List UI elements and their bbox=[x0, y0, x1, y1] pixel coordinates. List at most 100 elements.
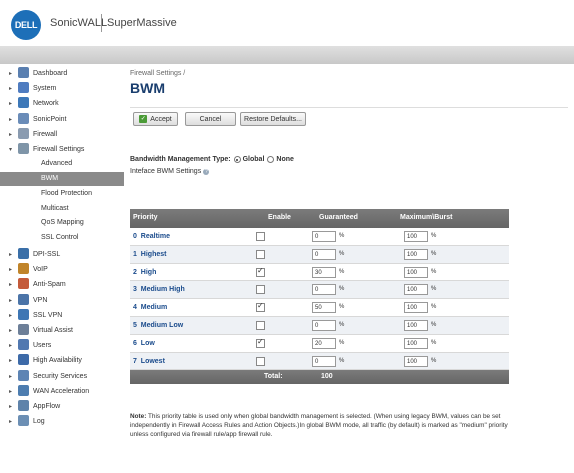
collapse-arrow-icon[interactable]: ▸ bbox=[9, 357, 12, 364]
sidebar-item[interactable]: ▸ DPI-SSL bbox=[0, 247, 124, 262]
maximum-burst-input[interactable]: 100 bbox=[404, 231, 428, 242]
sidebar-item[interactable]: ▸ Log bbox=[0, 414, 124, 429]
guaranteed-percent: % bbox=[339, 321, 345, 328]
sidebar-item[interactable]: ▸ VPN bbox=[0, 293, 124, 308]
guaranteed-input[interactable]: 0 bbox=[312, 248, 336, 260]
sidebar-subitem[interactable]: Multicast bbox=[0, 202, 124, 216]
maximum-burst-input[interactable]: 100 bbox=[404, 355, 428, 367]
enable-checkbox[interactable] bbox=[256, 356, 265, 366]
none-radio[interactable] bbox=[267, 156, 275, 163]
sidebar-item[interactable]: ▸ Network bbox=[0, 96, 124, 111]
priority-label[interactable]: 3 Medium High bbox=[133, 286, 185, 293]
global-radio[interactable] bbox=[233, 156, 241, 163]
enable-checkbox[interactable] bbox=[256, 249, 265, 259]
enable-checkbox[interactable] bbox=[256, 337, 265, 348]
priority-label[interactable]: 7 Lowest bbox=[133, 358, 165, 365]
table-header: Priority Enable Guaranteed Maximum\Burst bbox=[130, 209, 509, 228]
global-radio-label: Global bbox=[242, 156, 265, 163]
sidebar-item[interactable]: ▸ WAN Acceleration bbox=[0, 384, 124, 399]
sidebar-item[interactable]: ▸ System bbox=[0, 81, 124, 96]
table-row: 7 Lowest 0% 100% bbox=[130, 352, 509, 371]
maximum-burst-input[interactable]: 100 bbox=[404, 284, 428, 296]
priority-label[interactable]: 4 Medium bbox=[133, 304, 167, 311]
collapse-arrow-icon[interactable]: ▸ bbox=[9, 70, 12, 77]
collapse-arrow-icon[interactable]: ▸ bbox=[9, 388, 12, 395]
guaranteed-input[interactable]: 0 bbox=[312, 231, 336, 242]
table-row: 1 Highest 0% 100% bbox=[130, 245, 509, 264]
sidebar-subitem[interactable]: Flood Protection bbox=[0, 187, 124, 201]
sidebar-item[interactable]: ▸ SonicPoint bbox=[0, 112, 124, 127]
sidebar-subitem[interactable]: Advanced bbox=[0, 157, 124, 171]
enable-checkbox[interactable] bbox=[256, 232, 265, 241]
cancel-button[interactable]: Cancel bbox=[185, 112, 236, 126]
maximum-burst-input[interactable]: 100 bbox=[404, 337, 428, 349]
sidebar-item[interactable]: ▸ Virtual Assist bbox=[0, 323, 124, 338]
sidebar-item[interactable]: ▸ SSL VPN bbox=[0, 308, 124, 323]
maximum-percent: % bbox=[431, 339, 437, 346]
priority-label[interactable]: 1 Highest bbox=[133, 251, 166, 258]
collapse-arrow-icon[interactable]: ▸ bbox=[9, 418, 12, 425]
priority-label[interactable]: 2 High bbox=[133, 269, 156, 276]
guaranteed-input[interactable]: 30 bbox=[312, 266, 336, 278]
sidebar-item[interactable]: ▸ Firewall bbox=[0, 127, 124, 142]
enable-checkbox[interactable] bbox=[256, 301, 265, 313]
collapse-arrow-icon[interactable]: ▸ bbox=[9, 297, 12, 304]
restore-defaults-label: Restore Defaults... bbox=[244, 115, 302, 123]
maximum-burst-input[interactable]: 100 bbox=[404, 248, 428, 260]
collapse-arrow-icon[interactable]: ▸ bbox=[9, 312, 12, 319]
accept-button[interactable]: ✓ Accept bbox=[133, 112, 178, 126]
sidebar-subitem[interactable]: SSL Control bbox=[0, 231, 124, 245]
collapse-arrow-icon[interactable]: ▸ bbox=[9, 266, 12, 273]
sidebar-subitem[interactable]: QoS Mapping bbox=[0, 216, 124, 230]
guaranteed-input[interactable]: 0 bbox=[312, 355, 336, 367]
breadcrumb[interactable]: Firewall Settings / bbox=[130, 70, 185, 77]
sidebar-subitem-label: QoS Mapping bbox=[41, 219, 84, 227]
maximum-percent: % bbox=[431, 268, 437, 275]
expand-arrow-icon[interactable]: ▾ bbox=[9, 146, 12, 153]
sidebar-item[interactable]: ▸ VoIP bbox=[0, 262, 124, 277]
collapse-arrow-icon[interactable]: ▸ bbox=[9, 131, 12, 138]
sidebar-item[interactable]: ▾ Firewall Settings bbox=[0, 142, 124, 157]
collapse-arrow-icon[interactable]: ▸ bbox=[9, 251, 12, 258]
sidebar-subitem-label: Flood Protection bbox=[41, 189, 92, 197]
collapse-arrow-icon[interactable]: ▸ bbox=[9, 281, 12, 288]
sidebar-subitem-label: SSL Control bbox=[41, 234, 79, 242]
collapse-arrow-icon[interactable]: ▸ bbox=[9, 85, 12, 92]
sidebar-item[interactable]: ▸ AppFlow bbox=[0, 399, 124, 414]
collapse-arrow-icon[interactable]: ▸ bbox=[9, 373, 12, 380]
guaranteed-input[interactable]: 0 bbox=[312, 284, 336, 296]
enable-checkbox[interactable] bbox=[256, 320, 265, 330]
collapse-arrow-icon[interactable]: ▸ bbox=[9, 116, 12, 123]
maximum-burst-input[interactable]: 100 bbox=[404, 266, 428, 278]
sidebar-item[interactable]: ▸ High Availability bbox=[0, 353, 124, 368]
enable-checkbox[interactable] bbox=[256, 266, 265, 277]
sidebar-item[interactable]: ▸ Security Services bbox=[0, 369, 124, 384]
help-icon[interactable]: ? bbox=[203, 169, 210, 175]
priority-label[interactable]: 6 Low bbox=[133, 340, 155, 347]
sidebar-item-label: Firewall bbox=[33, 130, 58, 138]
sidebar-item-label: Security Services bbox=[33, 372, 88, 380]
guaranteed-input[interactable]: 0 bbox=[312, 319, 336, 331]
guaranteed-input[interactable]: 20 bbox=[312, 337, 336, 349]
sidebar-item[interactable]: ▸ Dashboard bbox=[0, 66, 124, 81]
guaranteed-input[interactable]: 50 bbox=[312, 302, 336, 314]
restore-defaults-button[interactable]: Restore Defaults... bbox=[240, 112, 306, 126]
voip-icon bbox=[18, 263, 29, 275]
collapse-arrow-icon[interactable]: ▸ bbox=[9, 342, 12, 349]
bwm-type-label: Bandwidth Management Type: bbox=[130, 156, 231, 163]
collapse-arrow-icon[interactable]: ▸ bbox=[9, 327, 12, 334]
priority-label[interactable]: 5 Medium Low bbox=[133, 322, 183, 329]
sidebar-item-label: SonicPoint bbox=[33, 115, 67, 123]
sidebar-subitem[interactable]: BWM bbox=[0, 172, 124, 186]
collapse-arrow-icon[interactable]: ▸ bbox=[9, 100, 12, 107]
security-services-icon bbox=[18, 369, 29, 381]
maximum-burst-input[interactable]: 100 bbox=[404, 319, 428, 331]
sidebar-item[interactable]: ▸ Users bbox=[0, 338, 124, 353]
priority-number: 2 bbox=[133, 268, 137, 276]
collapse-arrow-icon[interactable]: ▸ bbox=[9, 403, 12, 410]
enable-checkbox[interactable] bbox=[256, 285, 265, 295]
priority-name: Medium High bbox=[140, 286, 185, 294]
maximum-burst-input[interactable]: 100 bbox=[404, 302, 428, 314]
sidebar-item[interactable]: ▸ Anti-Spam bbox=[0, 277, 124, 292]
priority-label[interactable]: 0 Realtime bbox=[133, 233, 170, 240]
